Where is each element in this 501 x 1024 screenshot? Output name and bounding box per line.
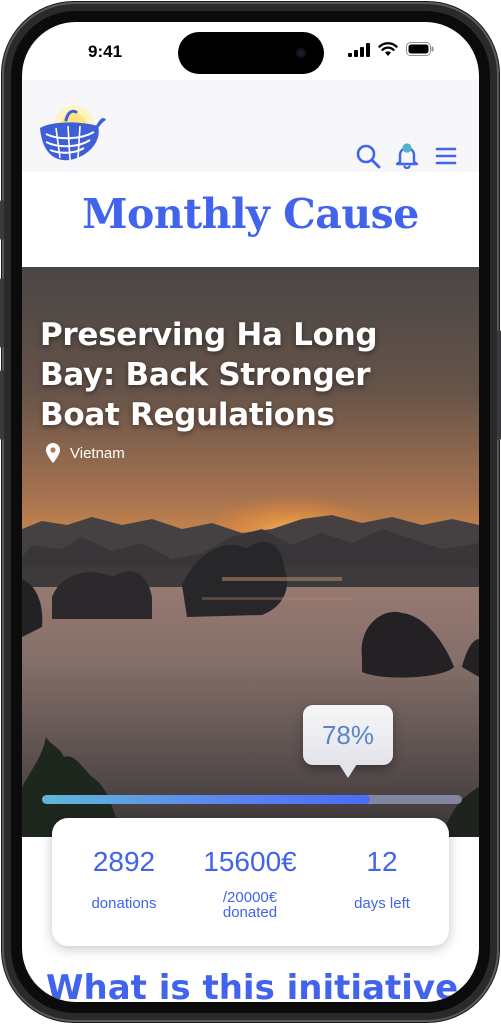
cause-title: Preserving Ha Long Bay: Back Stronger Bo…: [40, 317, 378, 433]
progress-bubble-tail: [339, 764, 357, 778]
battery-icon: [406, 42, 434, 56]
days-left-label: days left: [354, 895, 410, 912]
action-button: [0, 200, 4, 240]
progress-percent-bubble: 78%: [303, 705, 393, 765]
donations-label: donations: [91, 895, 157, 912]
cause-hero-card[interactable]: Preserving Ha Long Bay: Back Stronger Bo…: [22, 267, 479, 837]
funding-progress-bar: [42, 795, 462, 804]
status-time: 9:41: [88, 42, 123, 61]
cause-stats-card: 2892 donations 15600€ /20000€ donated 12…: [52, 818, 449, 946]
donated-amount: 15600€: [203, 846, 297, 877]
days-left-count: 12: [366, 846, 398, 877]
app-screen: 9:41 Monthly Cause Preserving Ha Long Ba…: [22, 22, 479, 1002]
power-button: [497, 330, 501, 440]
funding-progress-fill: [42, 795, 370, 804]
volume-up-button: [0, 278, 4, 348]
search-icon[interactable]: [355, 143, 381, 169]
wifi-icon: [378, 42, 398, 56]
volume-down-button: [0, 370, 4, 440]
page-title: Monthly Cause: [82, 190, 419, 238]
cellular-signal-icon: [348, 43, 370, 57]
progress-percent-label: 78%: [321, 719, 375, 750]
cause-location: Vietnam: [46, 443, 125, 463]
location-label: Vietnam: [70, 444, 125, 462]
donated-label: /20000€ donated: [184, 890, 316, 920]
bell-icon[interactable]: [394, 143, 420, 169]
donations-count: 2892: [92, 846, 156, 877]
menu-icon[interactable]: [433, 143, 459, 169]
status-bar: 9:41: [22, 22, 479, 80]
donated-word: donated: [222, 904, 278, 921]
section-heading: What is this initiative: [46, 968, 459, 1002]
app-header: [22, 80, 479, 172]
location-pin-icon: [46, 443, 60, 463]
donated-goal: /20000€: [222, 889, 278, 906]
dynamic-island: [178, 32, 324, 74]
whale-logo[interactable]: [36, 106, 106, 166]
